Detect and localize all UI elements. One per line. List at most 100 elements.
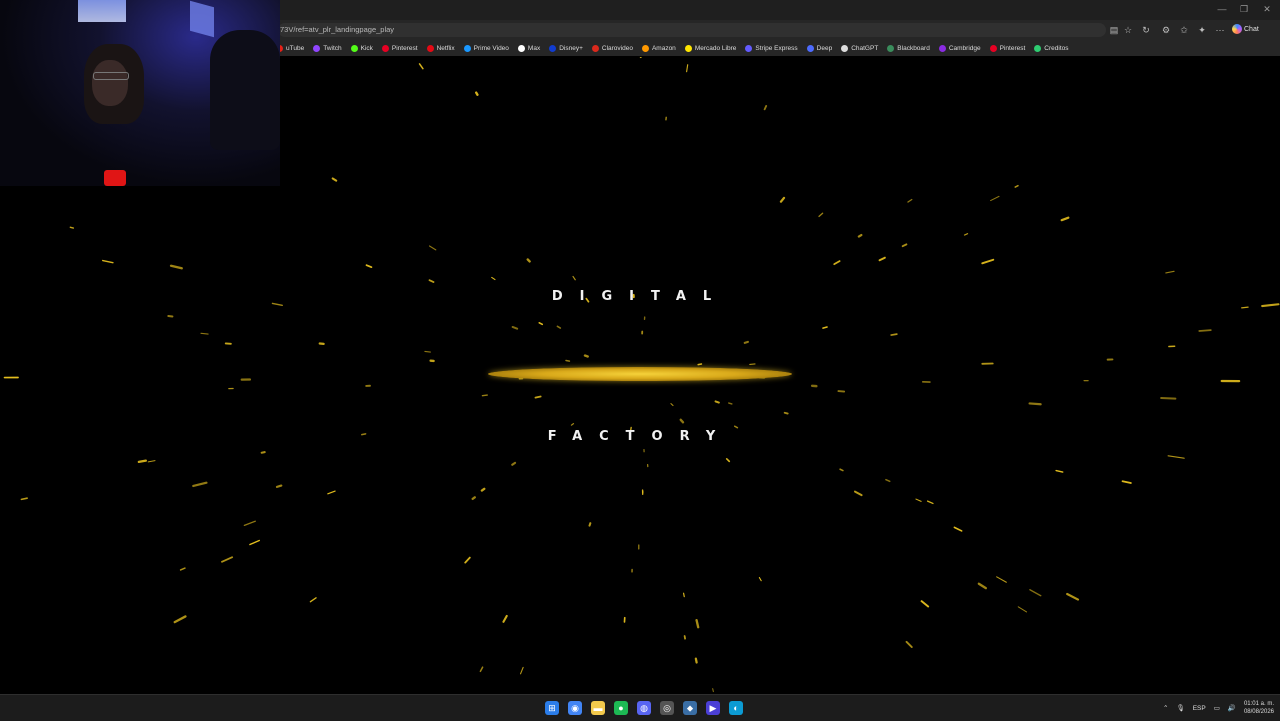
particle-streak <box>916 499 921 501</box>
particle-streak <box>480 667 482 671</box>
bookmark-label: Mercado Libre <box>695 45 737 52</box>
bookmark-item[interactable]: Kick <box>351 42 373 54</box>
particle-streak <box>557 326 560 328</box>
bookmark-favicon-icon <box>841 45 848 52</box>
particle-streak <box>201 333 208 334</box>
particle-streak <box>819 213 823 216</box>
particle-streak <box>250 540 259 544</box>
bookmark-favicon-icon <box>382 45 389 52</box>
minimize-icon[interactable]: — <box>1215 4 1229 14</box>
particle-streak <box>482 395 487 396</box>
bookmark-item[interactable]: Cambridge <box>939 42 981 54</box>
particle-streak <box>1062 218 1069 220</box>
bookmark-favicon-icon <box>887 45 894 52</box>
particle-streak <box>429 280 433 282</box>
clock[interactable]: 01:01 a. m. 08/08/2026 <box>1244 700 1274 716</box>
bookmark-label: Twitch <box>323 45 341 52</box>
bookmark-item[interactable]: Clarovideo <box>592 42 633 54</box>
particle-streak <box>991 196 999 200</box>
settings-icon[interactable]: ⚙ <box>1160 24 1172 36</box>
vpn-icon[interactable]: ⬥ <box>683 701 697 715</box>
edge-icon[interactable]: ◐ <box>729 701 743 715</box>
particle-streak <box>473 497 475 499</box>
particle-streak <box>175 616 186 622</box>
particle-streak <box>907 642 912 647</box>
bookmark-item[interactable]: Deep <box>807 42 833 54</box>
bookmark-item[interactable]: Pinterest <box>382 42 418 54</box>
bookmark-item[interactable]: Creditos <box>1034 42 1068 54</box>
webcam-overlay <box>0 0 280 186</box>
more-menu-icon[interactable]: ⋯ <box>1214 24 1226 36</box>
bookmark-item[interactable]: Twitch <box>313 42 341 54</box>
show-hidden-icons-icon[interactable]: ⌃ <box>1163 704 1168 712</box>
bookmark-favicon-icon <box>464 45 471 52</box>
bookmark-favicon-icon <box>807 45 814 52</box>
particle-streak <box>139 461 146 462</box>
bookmark-label: Kick <box>361 45 373 52</box>
particle-streak <box>727 459 730 462</box>
refresh-extension-icon[interactable]: ↻ <box>1140 24 1152 36</box>
particle-streak <box>687 65 688 72</box>
bookmark-item[interactable]: Prime Video <box>464 42 509 54</box>
bookmark-label: Pinterest <box>392 45 418 52</box>
language-indicator[interactable]: ESP <box>1193 705 1206 712</box>
discord-icon[interactable]: ◍ <box>637 701 651 715</box>
copilot-chat-button[interactable]: Chat <box>1232 23 1259 37</box>
file-explorer-icon[interactable]: ▬ <box>591 701 605 715</box>
bookmark-item[interactable]: Mercado Libre <box>685 42 737 54</box>
streamer-face <box>92 60 128 106</box>
url-field[interactable]: 73V/ref=atv_plr_landingpage_play <box>278 23 1106 37</box>
particle-streak <box>539 323 542 325</box>
prime-video-icon[interactable]: ▶ <box>706 701 720 715</box>
particle-streak <box>671 404 673 406</box>
bookmark-item[interactable]: uTube <box>276 42 304 54</box>
particle-streak <box>696 659 697 663</box>
bookmark-item[interactable]: Amazon <box>642 42 676 54</box>
reader-mode-icon[interactable]: ▤ <box>1108 24 1120 36</box>
bookmark-item[interactable]: Pinterest <box>990 42 1026 54</box>
particle-streak <box>759 578 761 581</box>
spotify-icon[interactable]: ● <box>614 701 628 715</box>
particle-streak <box>367 265 372 267</box>
bookmark-label: Netflix <box>437 45 455 52</box>
particle-streak <box>503 616 506 622</box>
close-icon[interactable]: ✕ <box>1260 4 1274 15</box>
bookmark-item[interactable]: ChatGPT <box>841 42 878 54</box>
background-monitor <box>190 1 214 37</box>
logo-text-digital: DIGITAL <box>0 289 1280 304</box>
bookmark-item[interactable]: Stripe Express <box>745 42 797 54</box>
gaming-chair <box>210 30 280 150</box>
particle-streak <box>716 401 719 402</box>
particle-streak <box>922 601 929 606</box>
bookmark-item[interactable]: Disney+ <box>549 42 583 54</box>
particle-streak <box>148 461 155 462</box>
particle-streak <box>585 356 588 357</box>
particle-streak <box>571 424 573 425</box>
volume-icon[interactable]: 🔊 <box>1228 704 1236 712</box>
particle-streak <box>573 276 575 279</box>
bookmark-label: ChatGPT <box>851 45 878 52</box>
particle-streak <box>891 334 897 335</box>
bookmark-item[interactable]: Blackboard <box>887 42 930 54</box>
network-icon[interactable]: ▭ <box>1214 704 1220 712</box>
windows-start-icon[interactable]: ⊞ <box>545 701 559 715</box>
particle-streak <box>964 234 967 235</box>
favorite-star-icon[interactable]: ☆ <box>1122 24 1134 36</box>
particle-streak <box>1056 471 1063 473</box>
extensions-icon[interactable]: ✦ <box>1196 24 1208 36</box>
favorites-icon[interactable]: ✩ <box>1178 24 1190 36</box>
bookmark-label: Creditos <box>1044 45 1068 52</box>
chrome-icon[interactable]: ◉ <box>568 701 582 715</box>
bookmark-item[interactable]: Netflix <box>427 42 455 54</box>
bookmark-label: Blackboard <box>897 45 930 52</box>
particle-streak <box>979 584 986 588</box>
mic-icon[interactable]: 🎙 <box>1176 704 1184 712</box>
restore-icon[interactable]: ❐ <box>1237 4 1251 15</box>
particle-streak <box>781 198 784 202</box>
obs-icon[interactable]: ◎ <box>660 701 674 715</box>
particle-streak <box>262 452 265 453</box>
windows-taskbar: ⊞ ◉ ▬ ● ◍ ◎ ⬥ ▶ ◐ ⌃ 🎙 ESP ▭ 🔊 01:01 a. m. 08/08/… <box>0 694 1280 721</box>
bookmark-item[interactable]: Max <box>518 42 540 54</box>
particle-streak <box>1166 271 1174 273</box>
bookmark-label: Pinterest <box>1000 45 1026 52</box>
